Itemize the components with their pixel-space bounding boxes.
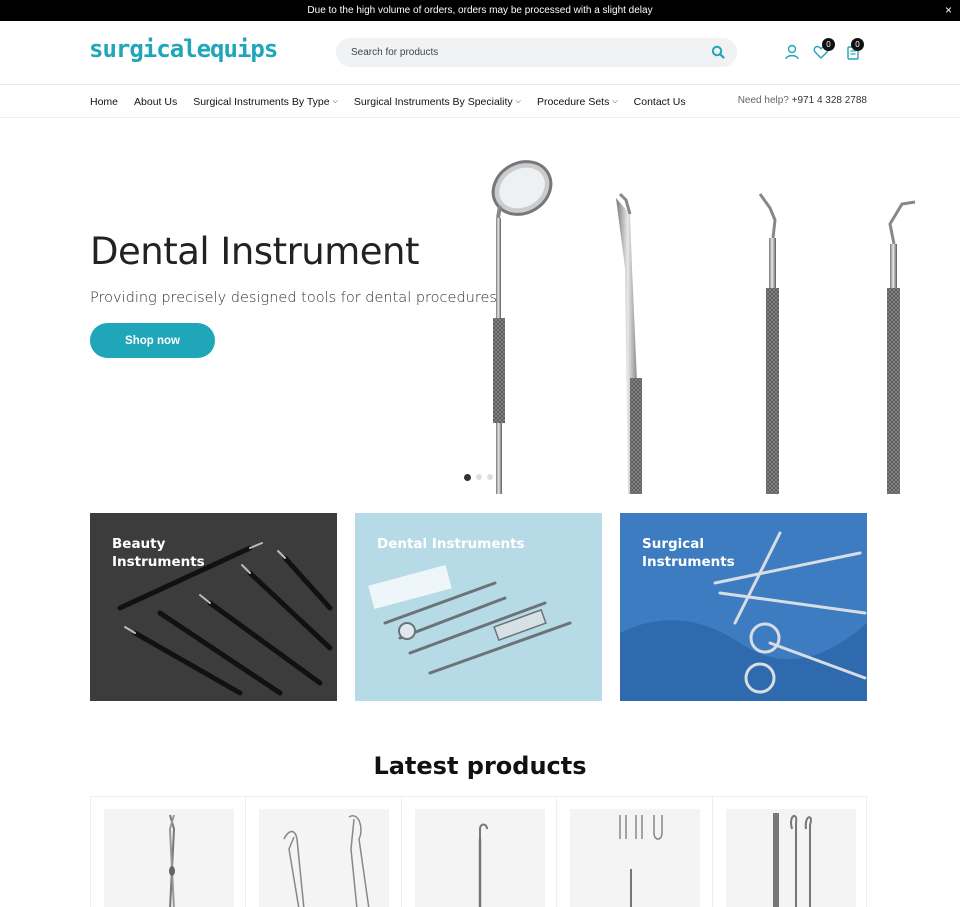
product-card[interactable] [556,797,711,907]
product-image [259,809,390,907]
product-card[interactable] [90,797,245,907]
product-card[interactable] [711,797,867,907]
nav-label: Surgical Instruments By Speciality [353,95,513,108]
category-label: Surgical Instruments [642,536,735,570]
announcement-bar: Due to the high volume of orders, orders… [0,0,960,21]
category-card-dental[interactable]: Dental Instruments [355,513,602,701]
hero-subtitle: Providing precisely designed tools for d… [90,290,502,306]
chevron-down-icon: ⌵ [515,97,521,105]
search-icon[interactable] [711,45,725,59]
wishlist-count-badge: 0 [822,38,835,51]
slider-dots [464,474,493,481]
category-card-surgical[interactable]: Surgical Instruments [620,513,867,701]
product-image [104,809,234,907]
close-icon[interactable]: × [945,3,952,17]
nav-label: Procedure Sets [536,95,610,108]
chevron-down-icon: ⌵ [332,97,338,105]
announcement-text: Due to the high volume of orders, orders… [307,5,653,16]
hero-title: Dental Instrument [90,230,420,273]
product-grid [90,796,867,907]
nav-item-home[interactable]: Home [90,96,118,108]
shop-now-button[interactable]: Shop now [90,323,215,358]
dental-instruments-image [491,160,916,494]
nav-item-instruments-by-speciality[interactable]: Surgical Instruments By Speciality ⌵ [354,96,521,108]
nav-label: Surgical Instruments By Type [193,95,330,108]
help-phone[interactable]: +971 4 328 2788 [792,95,867,106]
slide-dot[interactable] [476,474,482,480]
nav-item-instruments-by-type[interactable]: Surgical Instruments By Type ⌵ [193,96,338,108]
product-card[interactable] [245,797,400,907]
help-contact: Need help? +971 4 328 2788 [738,95,867,106]
help-label: Need help? [737,95,789,106]
product-image [570,809,701,907]
nav-label: About Us [134,95,178,108]
nav-label: Home [90,95,119,108]
search-input[interactable] [351,47,691,58]
product-image [725,809,856,907]
category-label: Beauty Instruments [112,536,205,570]
main-nav: Home About Us Surgical Instruments By Ty… [0,85,960,118]
nav-item-procedure-sets[interactable]: Procedure Sets ⌵ [537,96,618,108]
slide-dot[interactable] [464,474,471,481]
slide-dot[interactable] [487,474,493,480]
product-image [414,809,545,907]
category-label: Dental Instruments [377,536,525,552]
product-card[interactable] [400,797,556,907]
chevron-down-icon: ⌵ [612,97,618,105]
account-icon[interactable] [784,44,800,60]
hero-banner: Dental Instrument Providing precisely de… [0,118,960,494]
cart-count-badge: 0 [851,38,864,51]
site-logo[interactable]: surgicalequips [89,35,278,63]
site-header: surgicalequips 0 0 [0,21,960,85]
search-bar [336,38,737,67]
latest-products-title: Latest products [373,752,587,780]
category-card-beauty[interactable]: Beauty Instruments [90,513,337,701]
nav-item-contact[interactable]: Contact Us [634,96,686,108]
nav-label: Contact Us [633,95,686,108]
nav-item-about[interactable]: About Us [134,96,177,108]
